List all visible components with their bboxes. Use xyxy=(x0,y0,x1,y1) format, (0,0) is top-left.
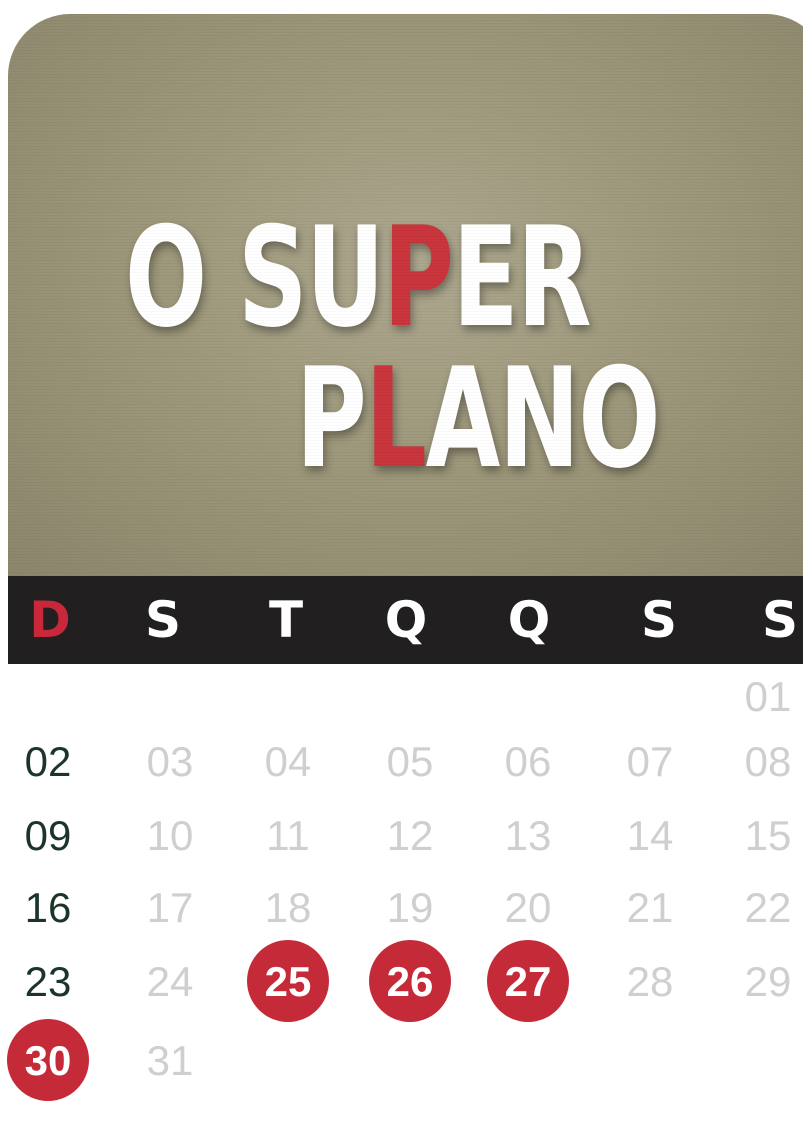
calendar-day[interactable]: 14 xyxy=(605,796,695,876)
calendar-day-number: 07 xyxy=(626,738,674,785)
calendar-day[interactable]: 27 xyxy=(483,940,573,1022)
calendar-day-number: 06 xyxy=(504,738,552,785)
calendar-day-number: 10 xyxy=(146,812,194,859)
calendar-day-number: 20 xyxy=(504,884,552,931)
calendar-day[interactable]: 16 xyxy=(3,868,93,948)
calendar-day-number: 12 xyxy=(386,812,434,859)
calendar-day-number: 15 xyxy=(744,812,792,859)
calendar-day-number: 08 xyxy=(744,738,792,785)
calendar-day[interactable]: 02 xyxy=(3,722,93,802)
calendar-day[interactable]: 15 xyxy=(723,796,803,876)
calendar-day-number: 25 xyxy=(264,958,312,1005)
calendar-grid: 01 02 03 04 05 06 07 08 09 10 11 12 13 14 15 16 17 18 19 20… xyxy=(0,0,803,1142)
calendar-day-number: 30 xyxy=(24,1037,72,1084)
calendar-day[interactable]: 06 xyxy=(483,722,573,802)
calendar-day[interactable]: 18 xyxy=(243,868,333,948)
calendar-day-number: 18 xyxy=(264,884,312,931)
calendar-day-number: 23 xyxy=(24,958,72,1005)
calendar-day-number: 31 xyxy=(146,1037,194,1084)
calendar-day-number: 22 xyxy=(744,884,792,931)
calendar-day[interactable]: 11 xyxy=(243,796,333,876)
calendar-day-number: 21 xyxy=(626,884,674,931)
calendar-day-number: 28 xyxy=(626,958,674,1005)
calendar-day-number: 02 xyxy=(24,738,72,785)
calendar-day[interactable]: 22 xyxy=(723,868,803,948)
calendar-day-number: 09 xyxy=(24,812,72,859)
calendar-day[interactable]: 29 xyxy=(723,942,803,1022)
calendar-day-number: 14 xyxy=(626,812,674,859)
calendar-day[interactable]: 07 xyxy=(605,722,695,802)
calendar-day[interactable]: 03 xyxy=(125,722,215,802)
calendar-day-number: 17 xyxy=(146,884,194,931)
calendar-day-number: 29 xyxy=(744,958,792,1005)
calendar-day-number: 16 xyxy=(24,884,72,931)
calendar-day-number: 03 xyxy=(146,738,194,785)
calendar-day[interactable]: 12 xyxy=(365,796,455,876)
calendar-day[interactable]: 31 xyxy=(125,1021,215,1101)
calendar-day[interactable]: 21 xyxy=(605,868,695,948)
calendar-day[interactable]: 23 xyxy=(3,942,93,1022)
calendar-day[interactable]: 04 xyxy=(243,722,333,802)
calendar-day[interactable]: 24 xyxy=(125,942,215,1022)
calendar-day-number: 13 xyxy=(504,812,552,859)
calendar-day[interactable]: 26 xyxy=(365,940,455,1022)
calendar-day[interactable]: 17 xyxy=(125,868,215,948)
calendar-day[interactable]: 09 xyxy=(3,796,93,876)
calendar-day[interactable]: 30 xyxy=(3,1019,93,1101)
calendar-day[interactable]: 08 xyxy=(723,722,803,802)
calendar-day-number: 26 xyxy=(386,958,434,1005)
calendar-day-number: 19 xyxy=(386,884,434,931)
calendar-day-number: 04 xyxy=(264,738,312,785)
calendar-day[interactable]: 13 xyxy=(483,796,573,876)
calendar-day-number: 27 xyxy=(504,958,552,1005)
calendar-day-number: 11 xyxy=(266,812,310,859)
calendar-day-number: 01 xyxy=(744,673,792,720)
calendar-day[interactable]: 19 xyxy=(365,868,455,948)
calendar-day-number: 05 xyxy=(386,738,434,785)
calendar-day[interactable]: 05 xyxy=(365,722,455,802)
calendar-day[interactable]: 28 xyxy=(605,942,695,1022)
calendar-day[interactable]: 25 xyxy=(243,940,333,1022)
calendar-day[interactable]: 10 xyxy=(125,796,215,876)
calendar-day-number: 24 xyxy=(146,958,194,1005)
calendar-day[interactable]: 20 xyxy=(483,868,573,948)
